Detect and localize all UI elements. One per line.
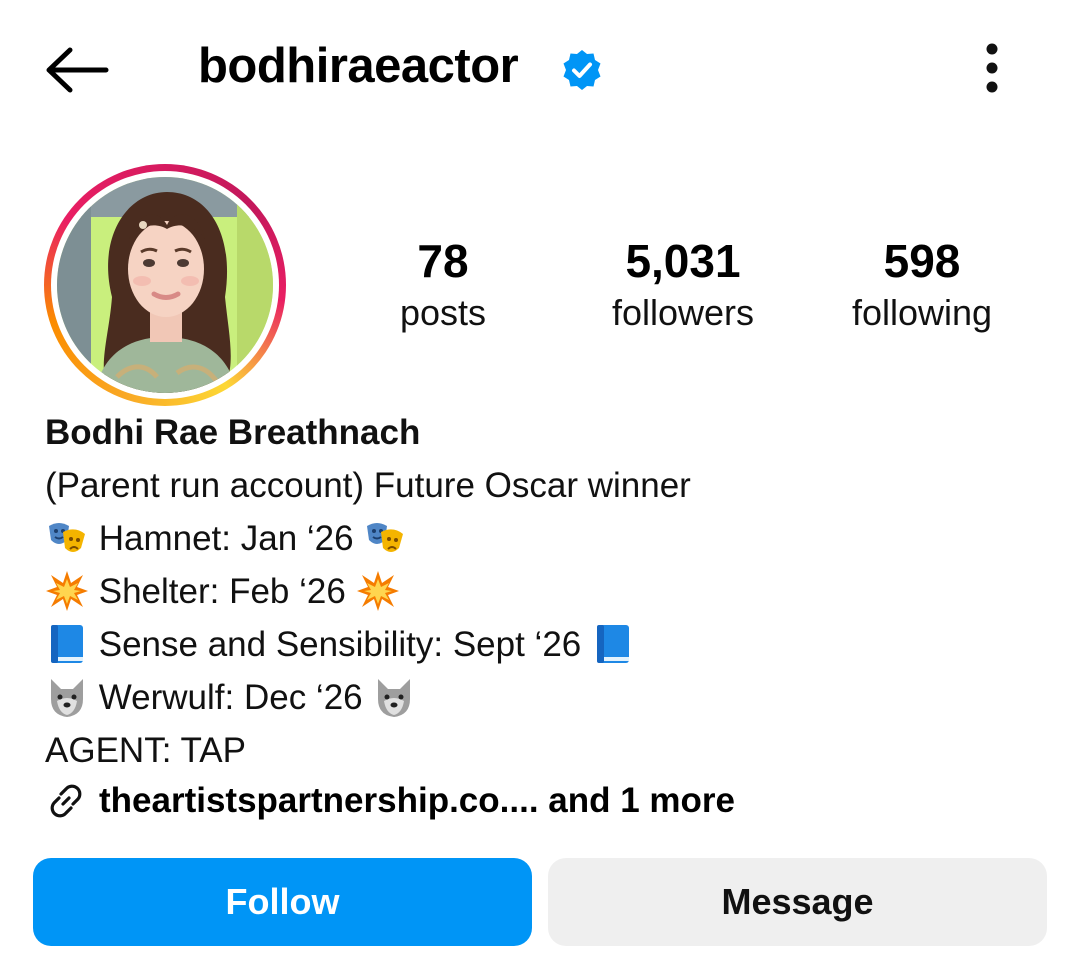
stat-label: posts (399, 292, 487, 333)
project-text: Hamnet: Jan ‘26 (98, 519, 354, 558)
performing-arts-icon (367, 522, 404, 552)
profile-username: bodhiraeactor (198, 39, 519, 93)
follow-button[interactable]: Follow (33, 858, 532, 946)
more-options-icon[interactable] (966, 38, 1018, 98)
link-icon (50, 784, 82, 818)
performing-arts-icon (49, 522, 85, 552)
avatar[interactable] (57, 177, 273, 393)
agent-line: AGENT: TAP (45, 731, 246, 770)
project-text: Sense and Sensibility: Sept ‘26 (98, 625, 582, 664)
arrow-left-icon[interactable] (40, 38, 112, 102)
stat-label: followers (611, 292, 755, 333)
collision-icon (46, 570, 88, 611)
project-line-werwulf: Werwulf: Dec ‘26 (45, 671, 1045, 724)
wolf-icon (378, 678, 411, 717)
project-text: Shelter: Feb ‘26 (98, 572, 346, 611)
collision-icon (356, 570, 399, 611)
project-line-shelter: Shelter: Feb ‘26 (45, 565, 1045, 618)
wolf-icon (51, 678, 83, 717)
blue-book-icon (597, 624, 630, 663)
verified-badge-icon (563, 50, 601, 90)
stat-value: 5,031 (625, 235, 741, 287)
stat-posts[interactable]: 78 posts (343, 232, 543, 336)
story-ring[interactable] (44, 164, 286, 406)
message-button[interactable]: Message (548, 858, 1047, 946)
profile-photo (57, 177, 273, 393)
bio-line: (Parent run account) Future Oscar winner (45, 466, 691, 505)
stat-value: 78 (417, 235, 469, 287)
profile-bio: Bodhi Rae Breathnach (Parent run account… (45, 406, 1045, 777)
stat-following[interactable]: 598 following (822, 232, 1022, 336)
blue-book-icon (51, 624, 83, 663)
bio-link-text: theartistspartnership.co.... and 1 more (99, 781, 735, 820)
stat-followers[interactable]: 5,031 followers (583, 232, 783, 336)
project-line-hamnet: Hamnet: Jan ‘26 (45, 512, 1045, 565)
display-name: Bodhi Rae Breathnach (45, 413, 421, 452)
top-bar: bodhiraeactor (0, 0, 1080, 135)
project-line-sense-and-sensibility: Sense and Sensibility: Sept ‘26 (45, 618, 1045, 671)
stat-label: following (851, 292, 993, 333)
project-text: Werwulf: Dec ‘26 (98, 678, 363, 717)
bio-link[interactable]: theartistspartnership.co.... and 1 more (45, 774, 735, 828)
stat-value: 598 (883, 235, 961, 287)
